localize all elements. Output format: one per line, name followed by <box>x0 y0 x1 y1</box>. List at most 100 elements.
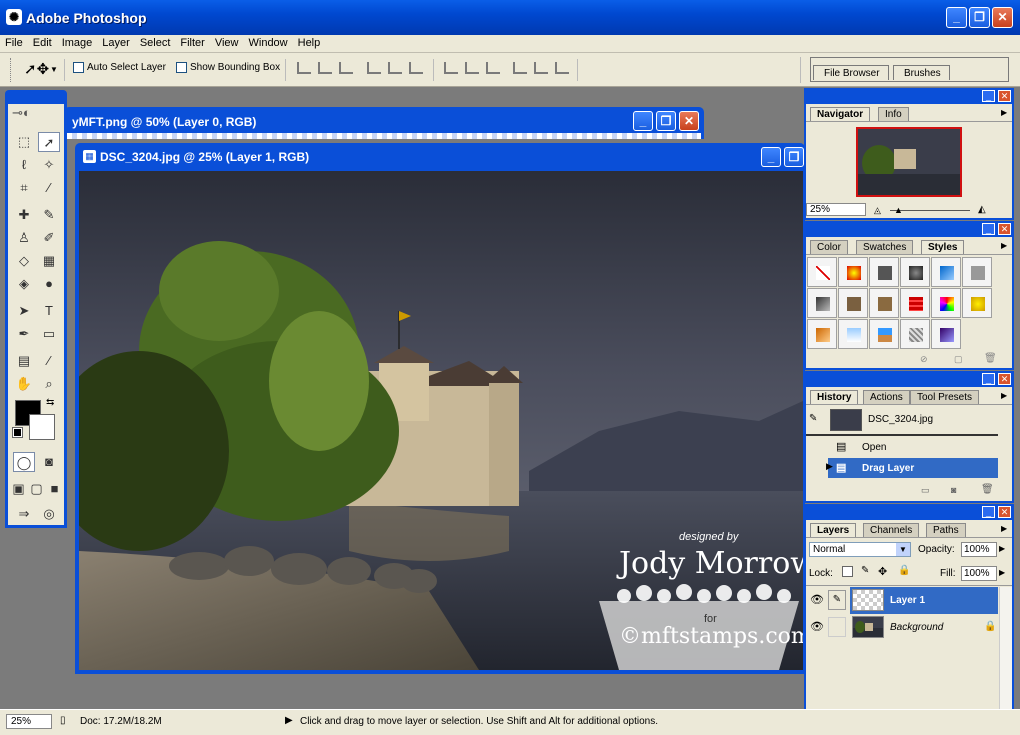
trash-icon[interactable]: 🗑 <box>984 353 997 364</box>
layer-row-background[interactable]: 👁 Background 🔒 <box>806 614 998 641</box>
jump-to-imageready-icon[interactable]: ⇒ <box>13 504 35 524</box>
imageready-icon[interactable]: ◎ <box>38 504 60 524</box>
tab-history[interactable]: History <box>810 390 859 404</box>
tab-styles[interactable]: Styles <box>921 240 965 254</box>
maximize-button[interactable]: ❐ <box>969 7 990 28</box>
doc-info-icon[interactable]: ▯ <box>60 715 66 726</box>
tab-navigator[interactable]: Navigator <box>810 107 871 121</box>
path-selection-icon[interactable]: ➤ <box>13 301 35 321</box>
history-item-drag-layer[interactable]: ▤ Drag Layer <box>828 458 998 478</box>
front-doc-minimize-button[interactable]: _ <box>761 147 781 167</box>
clear-style-icon[interactable]: ⊘ <box>920 354 928 365</box>
clone-stamp-icon[interactable]: ♙ <box>13 228 35 248</box>
lock-transparency-icon[interactable] <box>842 566 853 577</box>
align-top-icon[interactable] <box>297 62 311 74</box>
type-tool-icon[interactable]: T <box>38 301 60 321</box>
crop-tool-icon[interactable]: ⌗ <box>13 178 35 198</box>
style-swatch[interactable] <box>869 319 899 349</box>
menu-layer[interactable]: Layer <box>97 35 135 49</box>
palette-menu-arrow-icon[interactable]: ▶ <box>1001 241 1007 250</box>
style-swatch[interactable] <box>807 319 837 349</box>
menu-file[interactable]: File <box>0 35 28 49</box>
new-document-icon[interactable]: ▭ <box>921 485 930 496</box>
blur-tool-icon[interactable]: ◈ <box>13 274 35 294</box>
new-style-icon[interactable]: ▢ <box>954 354 963 365</box>
zoom-out-icon[interactable]: ◬ <box>874 205 881 216</box>
standard-mode-icon[interactable]: ◯ <box>13 452 35 472</box>
layers-minimize-button[interactable]: _ <box>982 506 995 518</box>
history-brush-icon[interactable]: ✐ <box>38 228 60 248</box>
style-swatch[interactable] <box>900 319 930 349</box>
auto-select-checkbox[interactable] <box>73 62 84 73</box>
tab-info[interactable]: Info <box>878 107 909 121</box>
back-doc-maximize-button[interactable]: ❐ <box>656 111 676 131</box>
dodge-tool-icon[interactable]: ● <box>38 274 60 294</box>
tab-tool-presets[interactable]: Tool Presets <box>910 390 980 404</box>
style-swatch[interactable] <box>807 288 837 318</box>
menu-edit[interactable]: Edit <box>28 35 57 49</box>
marquee-tool-icon[interactable]: ⬚ <box>13 132 35 152</box>
close-button[interactable]: ✕ <box>992 7 1013 28</box>
pen-tool-icon[interactable]: ✒ <box>13 324 35 344</box>
slice-tool-icon[interactable]: ⁄ <box>38 178 60 198</box>
style-swatch[interactable] <box>900 257 930 287</box>
shape-tool-icon[interactable]: ▭ <box>38 324 60 344</box>
screen-mode-full-icon[interactable]: ■ <box>46 479 63 499</box>
tab-paths[interactable]: Paths <box>926 523 966 537</box>
background-color[interactable] <box>29 414 55 440</box>
image-canvas[interactable]: designed by Jody Morrow for ©mftstamps.c… <box>79 171 803 670</box>
lock-pixels-icon[interactable]: ✎ <box>861 565 869 576</box>
swap-colors-icon[interactable]: ⇆ <box>46 397 54 408</box>
quick-mask-icon[interactable]: ◙ <box>38 452 60 472</box>
tab-color[interactable]: Color <box>810 240 848 254</box>
menu-help[interactable]: Help <box>293 35 326 49</box>
style-swatch[interactable] <box>962 257 992 287</box>
history-state-slider-icon[interactable]: ▶ <box>826 461 833 472</box>
navigator-zoom-field[interactable]: 25% <box>806 203 866 216</box>
style-swatch[interactable] <box>931 257 961 287</box>
auto-select-option[interactable]: Auto Select Layer <box>73 62 166 73</box>
opacity-field[interactable]: 100% <box>961 542 997 557</box>
fill-slider-arrow-icon[interactable]: ▶ <box>999 568 1005 577</box>
bounding-box-checkbox[interactable] <box>176 62 187 73</box>
style-swatch[interactable] <box>931 288 961 318</box>
brush-tool-icon[interactable]: ✎ <box>38 205 60 225</box>
screen-mode-standard-icon[interactable]: ▣ <box>10 479 27 499</box>
palette-menu-arrow-icon[interactable]: ▶ <box>1001 391 1007 400</box>
layer-row-layer-1[interactable]: 👁 ✎ Layer 1 <box>806 587 998 614</box>
style-swatch[interactable] <box>838 288 868 318</box>
status-arrow-icon[interactable]: ▶ <box>285 715 293 726</box>
style-swatch[interactable] <box>838 257 868 287</box>
back-document-window[interactable]: yMFT.png @ 50% (Layer 0, RGB) _ ❐ ✕ <box>64 107 704 139</box>
history-close-button[interactable]: ✕ <box>998 373 1011 385</box>
gradient-tool-icon[interactable]: ▦ <box>38 251 60 271</box>
lock-all-icon[interactable]: 🔒 <box>898 565 910 576</box>
menu-select[interactable]: Select <box>135 35 176 49</box>
file-browser-tab[interactable]: File Browser <box>813 65 889 80</box>
healing-brush-icon[interactable]: ✚ <box>13 205 35 225</box>
eraser-tool-icon[interactable]: ◇ <box>13 251 35 271</box>
distribute-right-icon[interactable] <box>555 62 569 74</box>
eyedropper-tool-icon[interactable]: ⁄ <box>38 351 60 371</box>
palette-menu-arrow-icon[interactable]: ▶ <box>1001 524 1007 533</box>
zoom-in-icon[interactable]: ◭ <box>978 204 986 215</box>
history-snapshot[interactable]: ✎ DSC_3204.jpg <box>806 408 998 432</box>
trash-icon[interactable]: 🗑 <box>981 484 994 495</box>
style-swatch[interactable] <box>931 319 961 349</box>
layers-scrollbar[interactable] <box>999 587 1012 712</box>
style-swatch[interactable] <box>962 288 992 318</box>
zoom-tool-icon[interactable]: ⌕ <box>38 374 60 394</box>
default-colors-icon[interactable] <box>12 427 23 438</box>
front-doc-maximize-button[interactable]: ❐ <box>784 147 804 167</box>
menu-filter[interactable]: Filter <box>175 35 209 49</box>
distribute-hcenter-icon[interactable] <box>534 62 548 74</box>
brushes-tab[interactable]: Brushes <box>893 65 950 80</box>
notes-tool-icon[interactable]: ▤ <box>13 351 35 371</box>
tab-swatches[interactable]: Swatches <box>856 240 914 254</box>
style-swatch[interactable] <box>869 288 899 318</box>
styles-close-button[interactable]: ✕ <box>998 223 1011 235</box>
styles-minimize-button[interactable]: _ <box>982 223 995 235</box>
nav-close-button[interactable]: ✕ <box>998 90 1011 102</box>
palette-menu-arrow-icon[interactable]: ▶ <box>1001 108 1007 117</box>
distribute-vcenter-icon[interactable] <box>465 62 479 74</box>
